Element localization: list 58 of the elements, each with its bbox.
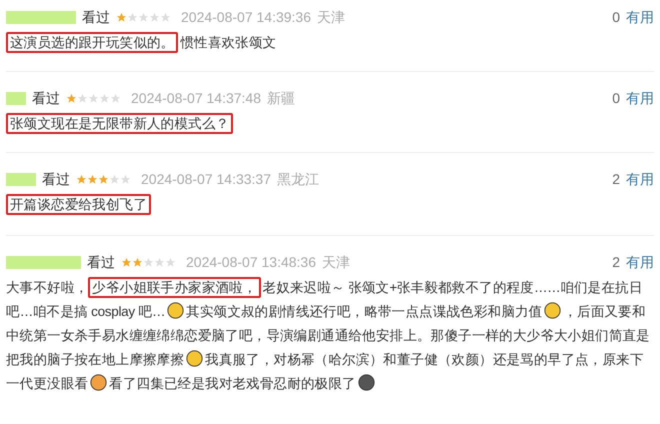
vote-count: 0 xyxy=(612,88,620,108)
star-icon xyxy=(121,256,132,268)
highlight-box: 少爷小姐联手办家家酒啦， xyxy=(88,277,261,298)
star-icon xyxy=(149,12,160,22)
comment-time: 2024-08-07 14:37:48 xyxy=(131,88,261,108)
redacted-name xyxy=(6,10,76,24)
vote-count: 2 xyxy=(612,252,620,272)
watched-status: 看过 xyxy=(42,170,70,188)
comment-text: ，后面又要和 xyxy=(563,304,646,319)
comment-text: 我真服了，对杨幂（哈尔滨）和董子健（欢颜）还是骂的早了点，原来下 xyxy=(205,352,644,367)
star-icon xyxy=(138,12,149,22)
useful-link[interactable]: 有用 xyxy=(626,252,654,272)
star-icon xyxy=(154,256,165,268)
star-icon xyxy=(87,174,98,184)
comment-text: 惯性喜欢张颂文 xyxy=(180,35,276,50)
highlight-box: 张颂文现在是无限带新人的模式么？ xyxy=(6,113,234,134)
comment-text: 大事不好啦， xyxy=(6,280,88,295)
star-icon xyxy=(76,174,87,184)
comment-text: 吧…咱不是搞 cosplay 吧… xyxy=(6,304,166,319)
comment-text: 其实颂文叔的剧情线还行吧，略带一点点谍战色彩和脑力值 xyxy=(186,304,542,319)
comment-time: 2024-08-07 14:39:36 xyxy=(181,8,311,26)
watched-status: 看过 xyxy=(87,252,115,272)
star-icon xyxy=(116,12,127,22)
star-icon xyxy=(132,256,143,268)
star-icon xyxy=(110,92,121,104)
star-icon xyxy=(88,92,99,104)
star-icon xyxy=(98,174,109,184)
useful-link[interactable]: 有用 xyxy=(626,88,654,108)
star-icon xyxy=(120,174,131,184)
comment-text: 把我的脑子按在地上摩擦摩擦 xyxy=(6,352,184,367)
star-icon xyxy=(160,12,171,22)
star-icon xyxy=(109,174,120,184)
highlight-box: 开篇谈恋爱给我创飞了 xyxy=(6,194,152,215)
highlight-box: 这演员选的跟开玩笑似的。 xyxy=(6,32,178,53)
comment-location: 天津 xyxy=(317,8,345,26)
watched-status: 看过 xyxy=(82,8,110,26)
watched-status: 看过 xyxy=(32,88,60,108)
comment-time: 2024-08-07 13:48:36 xyxy=(186,252,316,272)
comment-location: 黑龙江 xyxy=(277,170,319,188)
star-icon xyxy=(77,92,88,104)
vote-count: 0 xyxy=(612,8,620,26)
comment-location: 新疆 xyxy=(267,88,295,108)
star-icon xyxy=(127,12,138,22)
comment-text: 中统第一女杀手易水缠缠绵绵恋爱脑了吧，导演编剧通通给他安排上。那傻子一样的大少爷大小姐们简直是 xyxy=(6,328,650,343)
useful-link[interactable]: 有用 xyxy=(626,6,654,28)
redacted-name xyxy=(6,92,26,104)
useful-link[interactable]: 有用 xyxy=(626,168,654,190)
comment-text: 老奴来迟啦～ 张颂文+张丰毅都救不了的程度……咱们是在抗日 xyxy=(262,280,643,295)
comment-location: 天津 xyxy=(322,252,350,272)
comment-text: 一代更没眼看 xyxy=(6,376,88,391)
comment-time: 2024-08-07 14:33:37 xyxy=(141,170,271,188)
star-icon xyxy=(165,256,176,268)
comment-text: 看了四集已经是我对老戏骨忍耐的极限了 xyxy=(109,376,356,391)
star-icon xyxy=(66,92,77,104)
redacted-name xyxy=(6,172,36,186)
star-icon xyxy=(99,92,110,104)
vote-count: 2 xyxy=(612,170,620,188)
star-icon xyxy=(143,256,154,268)
